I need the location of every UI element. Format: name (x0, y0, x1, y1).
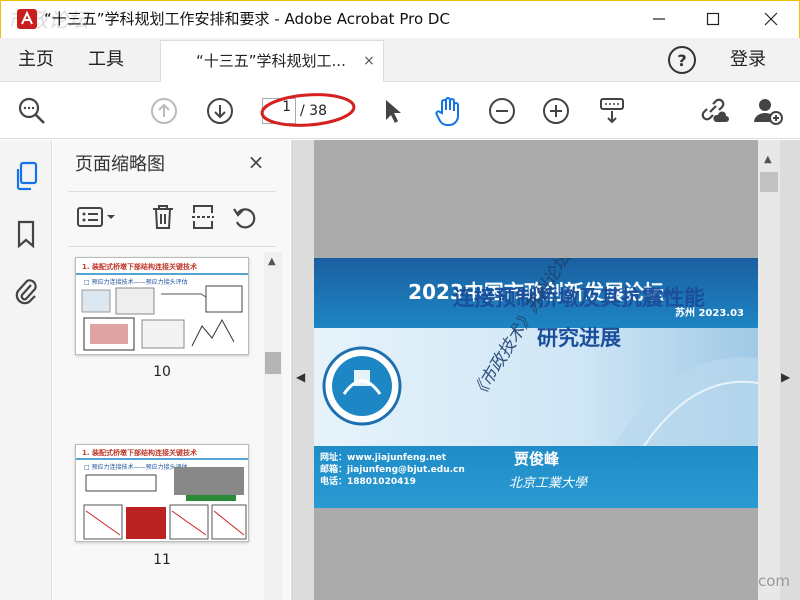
arrow-up-icon (151, 98, 177, 124)
hand-tool-button[interactable] (428, 91, 468, 131)
slide-page: 2023中国市政创新发展论坛 苏州 2023.03 连接预制桥墩及其抗震性能 研… (314, 258, 758, 508)
close-icon (764, 12, 778, 26)
close-window-button[interactable] (748, 0, 794, 38)
search-icon (18, 97, 45, 124)
extract-pages-button[interactable] (186, 200, 220, 234)
collapse-left-arrow[interactable]: ◀ (296, 370, 310, 384)
copy-pages-icon (16, 161, 38, 191)
cursor-icon (386, 100, 401, 123)
page-display-button[interactable] (592, 91, 632, 131)
plus-circle-icon (543, 98, 569, 124)
link-cloud-icon (701, 98, 729, 122)
bookmark-icon (17, 220, 35, 249)
navigation-rail (0, 140, 52, 600)
thumb-heading: 1. 装配式桥墩下部结构连接关键技术 (82, 448, 197, 457)
page-thumbnail[interactable]: 1. 装配式桥墩下部结构连接关键技术 □ 预应力连接技术——预应力接头评估 (75, 444, 249, 542)
hand-icon (435, 97, 459, 126)
slide-university: 北京工業大學 (509, 476, 588, 491)
previous-page-button[interactable] (144, 91, 184, 131)
scrollbar-thumb[interactable] (760, 172, 778, 192)
share-link-button[interactable] (694, 91, 734, 131)
panel-title: 页面缩略图 (75, 154, 165, 175)
slide-contact-phone: 电话：18801020419 (320, 477, 416, 487)
bookmarks-button[interactable] (8, 216, 44, 252)
annotation-ellipse (258, 90, 360, 136)
paperclip-icon (15, 279, 37, 305)
acrobat-app-icon (16, 8, 38, 30)
thumbnail-scrollbar[interactable]: ▲ (264, 252, 282, 600)
panel-divider (68, 246, 276, 247)
thumbnail-page-number: 11 (153, 552, 171, 568)
scroll-up-arrow[interactable]: ▲ (764, 154, 772, 165)
minimize-button[interactable] (636, 0, 682, 38)
panel-divider (68, 191, 276, 192)
arrow-down-icon (207, 98, 233, 124)
menu-tools[interactable]: 工具 (88, 38, 124, 82)
document-tab-label: “十三五”学科规划工... (196, 52, 346, 70)
menu-home[interactable]: 主页 (18, 38, 54, 82)
thumbnail-options-button[interactable] (74, 200, 120, 234)
zoom-search-button[interactable] (12, 91, 52, 131)
slide-author: 贾俊峰 (514, 450, 560, 468)
document-tab-close-button[interactable]: × (360, 40, 378, 82)
document-scrollbar[interactable]: ▲ (758, 140, 780, 600)
scroll-up-arrow[interactable]: ▲ (268, 256, 276, 267)
panel-close-button[interactable]: × (244, 150, 268, 174)
page-thumbnails-button[interactable] (8, 158, 44, 194)
window-title: “十三五”学科规划工作安排和要求 - Adobe Acrobat Pro DC (44, 10, 450, 28)
thumb-subheading: □ 预应力连接技术——预应力接头评估 (84, 463, 188, 471)
maximize-button[interactable] (690, 0, 736, 38)
collapse-right-arrow[interactable]: ▶ (781, 370, 797, 384)
select-tool-button[interactable] (372, 91, 412, 131)
split-pages-icon (192, 205, 214, 229)
help-button[interactable]: ? (668, 46, 696, 74)
zoom-in-button[interactable] (536, 91, 576, 131)
corner-watermark-text: com (758, 572, 791, 590)
keyboard-scroll-icon (600, 98, 624, 124)
page-thumbnail[interactable]: 1. 装配式桥墩下部结构连接关键技术 □ 预应力连接技术——预应力接头评估 (75, 257, 249, 355)
zoom-out-button[interactable] (482, 91, 522, 131)
slide-title-line2: 研究进展 (537, 326, 621, 350)
trash-icon (153, 205, 173, 229)
slide-title-line1: 连接预制桥墩及其抗震性能 (453, 286, 705, 310)
minimize-icon (653, 18, 665, 20)
attachments-button[interactable] (8, 272, 44, 308)
next-page-button[interactable] (200, 91, 240, 131)
thumb-subheading: □ 预应力连接技术——预应力接头评估 (84, 278, 188, 286)
add-user-icon (754, 99, 783, 125)
add-user-button[interactable] (748, 91, 788, 131)
rotate-page-button[interactable] (228, 200, 262, 234)
thumb-heading: 1. 装配式桥墩下部结构连接关键技术 (82, 262, 197, 271)
delete-page-button[interactable] (146, 200, 180, 234)
minus-circle-icon (489, 98, 515, 124)
scrollbar-thumb[interactable] (265, 352, 281, 374)
list-options-icon (77, 207, 115, 227)
thumbnail-page-number: 10 (153, 364, 171, 380)
maximize-icon (706, 12, 720, 26)
rotate-icon (233, 208, 256, 229)
login-button[interactable]: 登录 (730, 38, 766, 82)
